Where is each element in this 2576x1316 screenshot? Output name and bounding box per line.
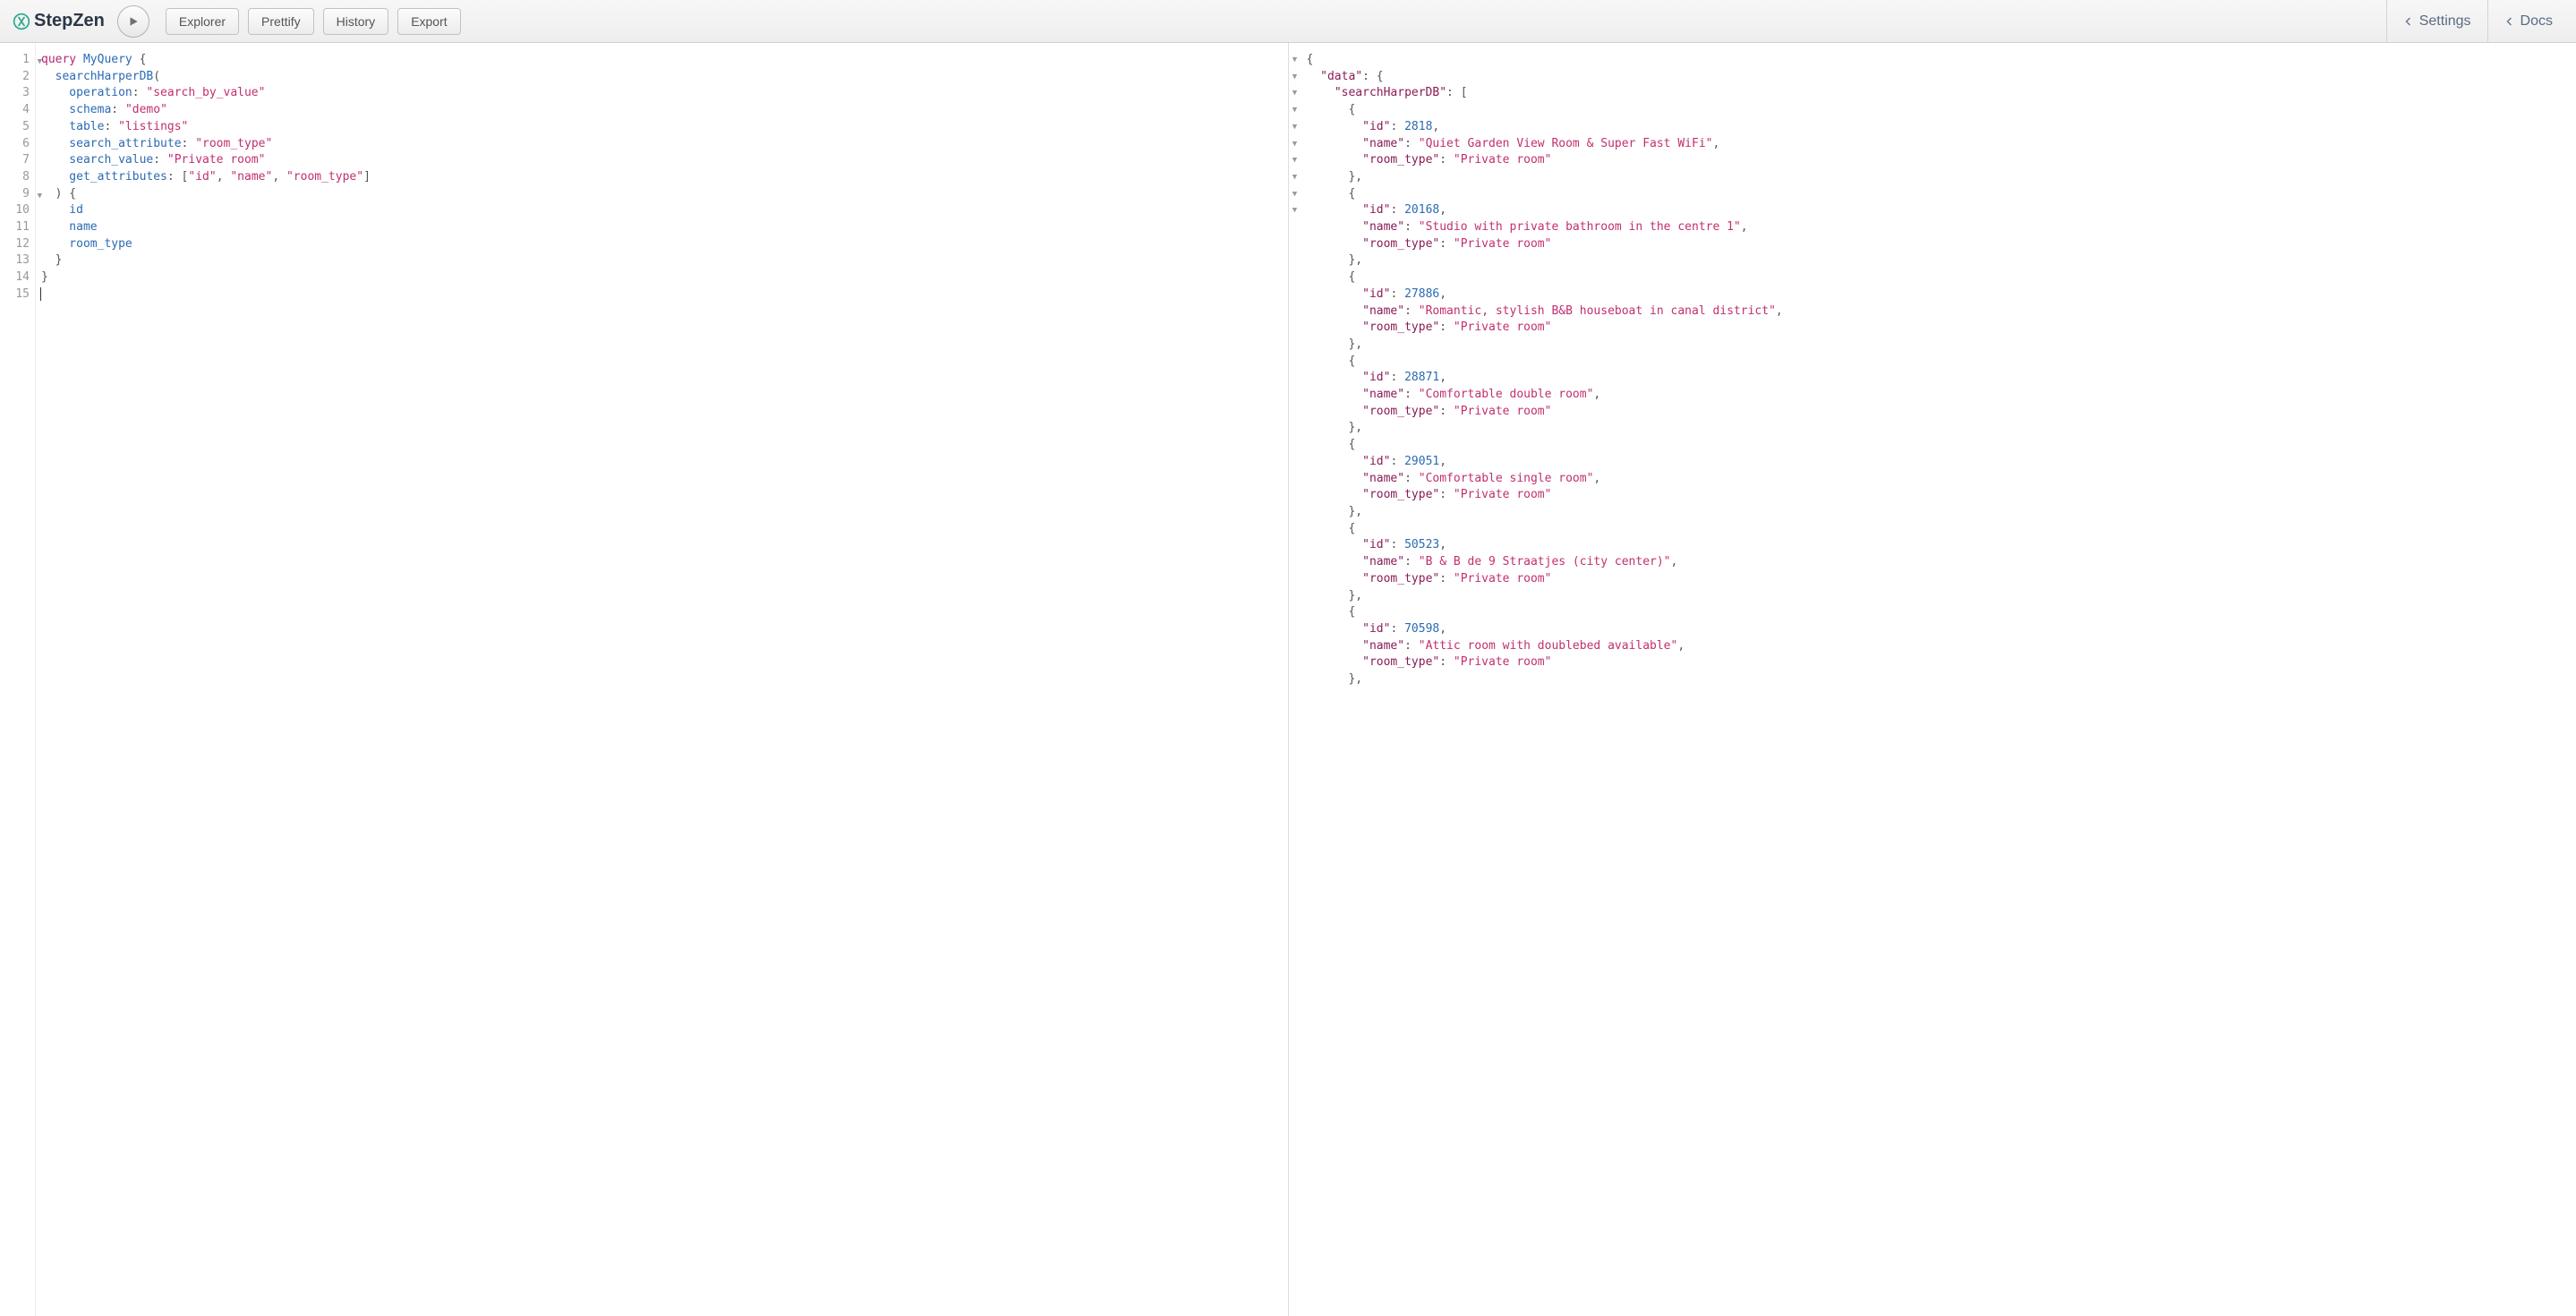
chevron-left-icon (2504, 15, 2515, 28)
query-editor[interactable]: query MyQuery { searchHarperDB( operatio… (36, 43, 1288, 1316)
query-pane: 1▼23456789▼101112131415 query MyQuery { … (0, 43, 1289, 1316)
stepzen-logo-icon (13, 13, 30, 30)
result-pane: ▼▼▼▼▼▼▼▼▼▼ { "data": { "searchHarperDB":… (1289, 43, 2576, 1316)
docs-label: Docs (2521, 13, 2553, 30)
settings-link[interactable]: Settings (2386, 0, 2487, 42)
logo: StepZen (13, 11, 105, 31)
export-button[interactable]: Export (397, 8, 460, 35)
line-gutter: 1▼23456789▼101112131415 (0, 43, 36, 1316)
result-viewer[interactable]: { "data": { "searchHarperDB": [ { "id": … (1301, 43, 2576, 1316)
logo-text: StepZen (34, 11, 105, 31)
toolbar: StepZen Explorer Prettify History Export… (0, 0, 2576, 43)
history-button[interactable]: History (323, 8, 389, 35)
main-area: 1▼23456789▼101112131415 query MyQuery { … (0, 43, 2576, 1316)
play-icon (127, 15, 140, 28)
prettify-button[interactable]: Prettify (248, 8, 314, 35)
docs-link[interactable]: Docs (2487, 0, 2569, 42)
settings-label: Settings (2419, 13, 2471, 30)
chevron-left-icon (2403, 15, 2414, 28)
explorer-button[interactable]: Explorer (166, 8, 239, 35)
run-button[interactable] (117, 5, 149, 38)
result-fold-gutter: ▼▼▼▼▼▼▼▼▼▼ (1289, 43, 1301, 1316)
